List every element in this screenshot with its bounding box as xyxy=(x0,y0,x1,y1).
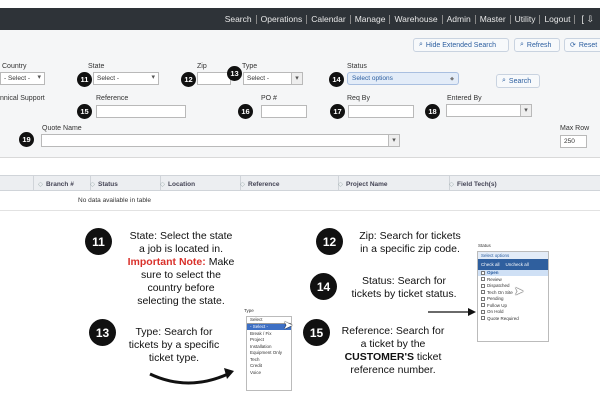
note-badge-13: 13 xyxy=(89,319,116,346)
nav-download-icon[interactable]: [ ⇩ xyxy=(575,14,594,25)
note-badge-12: 12 xyxy=(316,228,343,255)
table-footer-line xyxy=(0,210,600,211)
note-badge-11: 11 xyxy=(85,228,112,255)
status-inset-label: Status xyxy=(478,243,491,248)
col-field-techs[interactable]: ◇ Field Tech(s) xyxy=(449,180,497,188)
badge-12: 12 xyxy=(181,72,196,87)
type-arrow xyxy=(149,368,234,385)
check-all-link[interactable]: Check all xyxy=(481,262,500,267)
po-input[interactable] xyxy=(261,105,307,118)
badge-13: 13 xyxy=(227,66,242,81)
max-row-label: Max Row xyxy=(560,125,590,132)
nav-operations[interactable]: Operations xyxy=(257,14,308,24)
state-note: State: Select the state a job is located… xyxy=(127,230,235,307)
status-dropdown-inset: Select options Check all Uncheck all Ope… xyxy=(477,251,549,342)
reset-icon: ⟳ xyxy=(570,42,576,49)
table-empty-message: No data available in table xyxy=(78,197,151,204)
cursor-arrow-icon: ➤ xyxy=(283,318,294,332)
status-arrow xyxy=(428,308,476,316)
refresh-icon: ⌕ xyxy=(520,41,524,48)
col-location[interactable]: ◇ Location xyxy=(160,180,195,188)
badge-11: 11 xyxy=(77,72,92,87)
country-label: Country xyxy=(2,63,27,70)
status-note: Status: Search for tickets by ticket sta… xyxy=(351,275,457,300)
zip-note: Zip: Search for tickets in a specific zi… xyxy=(359,230,461,255)
main-nav: Search Operations Calendar Manage Wareho… xyxy=(0,8,600,30)
status-multiselect[interactable]: Select options xyxy=(347,72,459,85)
results-table-header: ◇ Branch # ◇ Status ◇ Location ◇ Reference ◇… xyxy=(0,175,600,191)
search-button[interactable]: ⌕ Search xyxy=(496,74,540,88)
enteredby-label: Entered By xyxy=(447,95,482,102)
badge-19: 19 xyxy=(19,132,34,147)
badge-17: 17 xyxy=(330,104,345,119)
col-status[interactable]: ◇ Status xyxy=(90,180,118,188)
nav-calendar[interactable]: Calendar xyxy=(307,14,351,24)
status-inset-toolbar: Check all Uncheck all xyxy=(478,258,548,270)
nav-logout[interactable]: Logout xyxy=(540,14,576,24)
nav-utility[interactable]: Utility xyxy=(511,14,541,24)
nav-search[interactable]: Search xyxy=(221,14,257,24)
badge-16: 16 xyxy=(238,104,253,119)
badge-14: 14 xyxy=(329,72,344,87)
reqby-label: Req By xyxy=(347,95,370,102)
status-label: Status xyxy=(347,63,367,70)
type-label: Type xyxy=(242,63,258,70)
reference-label: Reference xyxy=(96,95,129,102)
nav-warehouse[interactable]: Warehouse xyxy=(390,14,443,24)
search-icon: ⌕ xyxy=(502,77,506,84)
quote-name-label: Quote Name xyxy=(42,125,82,132)
type-select[interactable]: Select - xyxy=(243,72,303,85)
type-option[interactable]: Voice xyxy=(247,369,291,376)
note-badge-15: 15 xyxy=(303,319,330,346)
po-label: PO # xyxy=(261,95,277,102)
quote-name-select[interactable] xyxy=(41,134,400,147)
state-select[interactable]: Select - xyxy=(93,72,159,85)
hide-extended-search-button[interactable]: ⌕ Hide Extended Search xyxy=(413,38,509,52)
refresh-button[interactable]: ⌕ Refresh xyxy=(514,38,560,52)
max-row-input[interactable]: 250 xyxy=(560,135,587,148)
reset-button[interactable]: ⟳ Reset xyxy=(564,38,600,52)
col-branch[interactable]: ◇ Branch # xyxy=(38,180,74,188)
cursor-arrow-icon: ➤ xyxy=(514,284,525,298)
nav-master[interactable]: Master xyxy=(476,14,511,24)
reqby-input[interactable] xyxy=(348,105,414,118)
technical-support-label: nnical Support xyxy=(0,95,45,102)
nav-manage[interactable]: Manage xyxy=(351,14,391,24)
col-reference[interactable]: ◇ Reference xyxy=(240,180,279,188)
col-project-name[interactable]: ◇ Project Name xyxy=(338,180,388,188)
status-option[interactable]: Quote Required xyxy=(478,315,548,322)
zip-input[interactable] xyxy=(197,72,231,85)
badge-15: 15 xyxy=(77,104,92,119)
top-strip xyxy=(0,0,600,8)
badge-18: 18 xyxy=(425,104,440,119)
note-badge-14: 14 xyxy=(310,273,337,300)
reference-input[interactable] xyxy=(96,105,186,118)
reference-note: Reference: Search for a ticket by the CU… xyxy=(341,325,445,376)
state-label: State xyxy=(88,63,105,70)
zip-label: Zip xyxy=(197,63,207,70)
country-select[interactable]: - Select - xyxy=(0,72,45,85)
enteredby-select[interactable] xyxy=(446,104,532,117)
search-icon: ⌕ xyxy=(419,41,423,48)
nav-admin[interactable]: Admin xyxy=(443,14,476,24)
type-inset-label: Type xyxy=(244,308,254,313)
uncheck-all-link[interactable]: Uncheck all xyxy=(506,262,529,267)
